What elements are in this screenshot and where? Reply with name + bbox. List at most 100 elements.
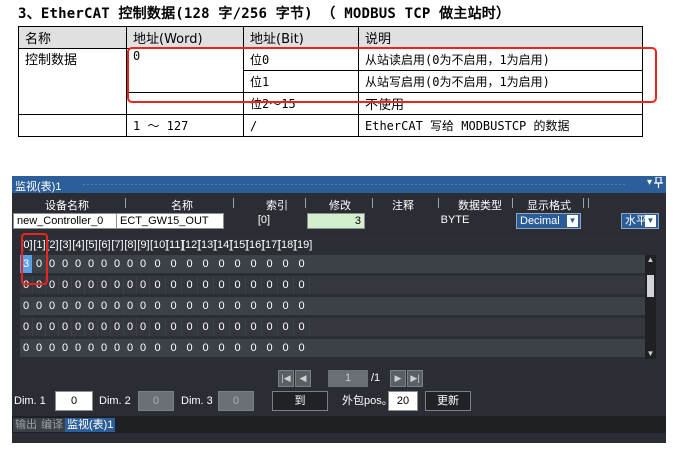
array-value-cell[interactable]: 0 [262, 339, 278, 357]
array-value-cell[interactable]: 0 [230, 339, 246, 357]
array-value-cell[interactable]: 0 [124, 318, 137, 336]
dropdown-arrow-icon[interactable]: ▾ [647, 177, 652, 188]
array-value-cell[interactable]: 0 [150, 318, 166, 336]
array-value-cell[interactable]: 0 [59, 339, 72, 357]
array-value-cell[interactable]: 0 [98, 339, 111, 357]
array-value-cell[interactable]: 0 [150, 339, 166, 357]
array-value-cell[interactable]: 0 [85, 255, 98, 273]
array-value-cell[interactable]: 0 [166, 339, 182, 357]
array-value-cell[interactable]: 0 [137, 339, 150, 357]
array-value-cell[interactable]: 0 [182, 339, 198, 357]
array-value-cell[interactable]: 0 [166, 276, 182, 294]
array-value-cell[interactable]: 0 [59, 318, 72, 336]
display-format-select[interactable]: Decimal ▼ [516, 213, 581, 229]
array-value-cell[interactable]: 0 [111, 318, 124, 336]
array-value-cell[interactable]: 0 [72, 276, 85, 294]
scroll-down-icon[interactable]: ▼ [645, 349, 656, 359]
array-value-cell[interactable]: 0 [246, 297, 262, 315]
array-value-cell[interactable]: 0 [33, 318, 46, 336]
tab-output[interactable]: 输出 [13, 418, 39, 432]
array-value-cell[interactable]: 0 [214, 318, 230, 336]
array-value-cell[interactable]: 0 [278, 297, 294, 315]
dim3-input[interactable]: 0 [218, 391, 254, 411]
array-value-cell[interactable]: 0 [59, 276, 72, 294]
array-value-cell[interactable]: 0 [198, 276, 214, 294]
array-value-cell[interactable]: 0 [278, 339, 294, 357]
array-value-cell[interactable]: 0 [124, 276, 137, 294]
array-value-cell[interactable]: 0 [262, 297, 278, 315]
array-value-cell[interactable]: 0 [20, 276, 33, 294]
array-value-cell[interactable]: 0 [262, 276, 278, 294]
array-value-cell[interactable]: 0 [46, 339, 59, 357]
array-value-cell[interactable]: 0 [150, 255, 166, 273]
goto-button[interactable]: 到 [272, 391, 328, 411]
array-value-cell[interactable]: 0 [198, 297, 214, 315]
array-value-cell[interactable]: 0 [246, 255, 262, 273]
refresh-button[interactable]: 更新 [425, 391, 471, 411]
array-value-cell[interactable]: 0 [98, 297, 111, 315]
array-value-cell[interactable]: 0 [294, 297, 310, 315]
array-value-cell[interactable]: 0 [98, 255, 111, 273]
array-value-cell[interactable]: 0 [72, 255, 85, 273]
array-value-cell[interactable]: 0 [278, 276, 294, 294]
array-value-cell[interactable]: 0 [278, 255, 294, 273]
array-value-cell[interactable]: 0 [182, 318, 198, 336]
array-value-cell[interactable]: 0 [230, 318, 246, 336]
array-value-cell[interactable]: 0 [85, 297, 98, 315]
array-value-cell[interactable]: 0 [124, 255, 137, 273]
array-value-cell[interactable]: 0 [150, 276, 166, 294]
array-value-cell[interactable]: 0 [46, 318, 59, 336]
array-value-cell[interactable]: 0 [214, 297, 230, 315]
array-value-cell[interactable]: 0 [46, 297, 59, 315]
array-value-cell[interactable]: 0 [111, 255, 124, 273]
panel-titlebar[interactable]: 监视(表)1 ▾ [12, 176, 666, 193]
array-value-cell[interactable]: 0 [59, 255, 72, 273]
array-value-cell[interactable]: 0 [198, 339, 214, 357]
array-value-cell[interactable]: 0 [33, 297, 46, 315]
array-value-cell[interactable]: 0 [214, 276, 230, 294]
array-value-cell[interactable]: 0 [294, 255, 310, 273]
array-value-cell[interactable]: 0 [294, 339, 310, 357]
scroll-thumb[interactable] [647, 275, 654, 297]
device-name-field[interactable]: new_Controller_0 [13, 213, 117, 229]
previous-page-button[interactable]: ◀ [295, 370, 311, 387]
array-value-cell[interactable]: 0 [20, 339, 33, 357]
array-value-cell[interactable]: 0 [230, 276, 246, 294]
array-value-cell[interactable]: 0 [262, 318, 278, 336]
array-value-cell[interactable]: 0 [246, 276, 262, 294]
array-value-cell[interactable]: 0 [72, 318, 85, 336]
array-value-cell[interactable]: 0 [137, 318, 150, 336]
array-value-cell[interactable]: 0 [111, 297, 124, 315]
array-value-cell[interactable]: 0 [182, 297, 198, 315]
orientation-select[interactable]: 水平 ▼ [621, 213, 659, 229]
dim1-input[interactable]: 0 [55, 391, 93, 411]
array-value-cell[interactable]: 3 [20, 255, 33, 273]
array-value-cell[interactable]: 0 [166, 318, 182, 336]
array-value-cell[interactable]: 0 [124, 339, 137, 357]
array-value-cell[interactable]: 0 [294, 276, 310, 294]
array-value-cell[interactable]: 0 [33, 276, 46, 294]
array-value-cell[interactable]: 0 [137, 255, 150, 273]
array-value-cell[interactable]: 0 [46, 255, 59, 273]
array-value-cell[interactable]: 0 [98, 318, 111, 336]
page-number-input[interactable]: 1 [328, 370, 368, 387]
array-value-cell[interactable]: 0 [246, 339, 262, 357]
array-value-cell[interactable]: 0 [33, 255, 46, 273]
array-value-cell[interactable]: 0 [182, 255, 198, 273]
tab-build[interactable]: 编译 [39, 418, 65, 432]
array-value-cell[interactable]: 0 [111, 339, 124, 357]
array-value-cell[interactable]: 0 [198, 255, 214, 273]
array-value-cell[interactable]: 0 [166, 255, 182, 273]
tab-watch-table-1[interactable]: 监视(表)1 [65, 418, 116, 432]
array-value-cell[interactable]: 0 [20, 297, 33, 315]
array-value-cell[interactable]: 0 [85, 276, 98, 294]
array-value-cell[interactable]: 0 [262, 255, 278, 273]
array-value-cell[interactable]: 0 [33, 339, 46, 357]
array-value-cell[interactable]: 0 [182, 276, 198, 294]
array-value-cell[interactable]: 0 [214, 339, 230, 357]
array-value-cell[interactable]: 0 [230, 255, 246, 273]
array-value-cell[interactable]: 0 [20, 318, 33, 336]
variable-name-field[interactable]: ECT_GW15_OUT [116, 213, 224, 229]
array-value-cell[interactable]: 0 [278, 318, 294, 336]
array-value-cell[interactable]: 0 [85, 318, 98, 336]
